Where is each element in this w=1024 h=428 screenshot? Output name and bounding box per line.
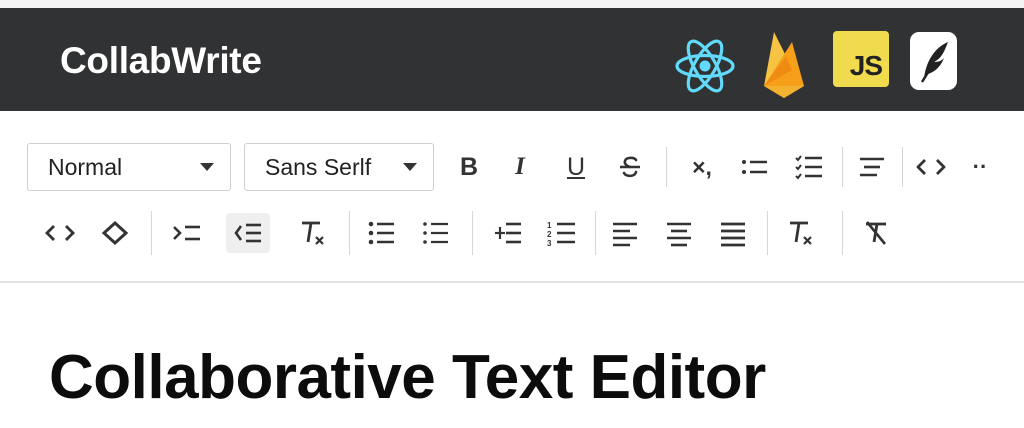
italic-button[interactable]: I (498, 147, 542, 187)
numbered-list-icon: 1 2 3 (547, 221, 575, 247)
bullet-list-icon (368, 221, 394, 245)
list-button[interactable] (733, 147, 777, 187)
toolbar-separator (902, 147, 903, 187)
ordered-list-add-icon (495, 222, 521, 244)
numbered-list-button[interactable]: 1 2 3 (540, 213, 584, 253)
chevron-down-icon (200, 163, 214, 171)
svg-text:3: 3 (547, 239, 552, 247)
indent-button[interactable] (226, 213, 270, 253)
outdent-icon (173, 225, 200, 241)
align-justify-button[interactable] (711, 213, 755, 253)
code-button[interactable] (909, 147, 953, 187)
clear-format-button[interactable] (778, 213, 822, 253)
align-icon (860, 157, 884, 177)
toolbar-separator (666, 147, 667, 187)
svg-text:2: 2 (547, 230, 552, 239)
indent-icon (234, 223, 261, 243)
color-button[interactable] (93, 213, 137, 253)
code-icon (916, 159, 946, 175)
align-left-button[interactable] (603, 213, 647, 253)
italic-icon: I (515, 153, 525, 180)
remove-format-icon (865, 221, 887, 245)
quill-icon (910, 32, 957, 90)
align-center-icon (667, 222, 691, 247)
toolbar-separator (842, 147, 843, 187)
clean-button[interactable] (290, 213, 334, 253)
toolbar-separator (151, 211, 152, 255)
toolbar-separator (349, 211, 350, 255)
list-icon (742, 160, 767, 174)
code-block-button[interactable] (38, 213, 82, 253)
code-block-icon (45, 225, 75, 241)
toolbar-separator (472, 211, 473, 255)
ordered-list-add-button[interactable] (486, 213, 530, 253)
app-brand[interactable]: CollabWrite (60, 40, 262, 82)
align-justify-icon (721, 222, 745, 247)
top-strip (0, 0, 1024, 8)
font-select-value: Sans Serlf (265, 153, 372, 180)
format-select-value: Normal (48, 153, 123, 180)
svg-text:1: 1 (547, 221, 552, 230)
toolbar-separator (595, 211, 596, 255)
checklist-icon (795, 155, 822, 180)
bullet-list-button[interactable] (360, 213, 404, 253)
font-select[interactable]: Sans Serlf (244, 143, 434, 191)
align-button[interactable] (850, 147, 894, 187)
more-icon: ·· (972, 154, 988, 179)
strike-button[interactable] (608, 147, 652, 187)
chevron-down-icon (403, 163, 417, 171)
toolbar-separator (767, 211, 768, 255)
clear-format-icon (790, 221, 812, 245)
outdent-button[interactable] (165, 213, 209, 253)
navbar: CollabWrite JS (0, 8, 1024, 111)
dash-list-icon (423, 222, 448, 244)
subscript-button[interactable]: ×, (680, 147, 724, 187)
align-center-button[interactable] (657, 213, 701, 253)
react-icon (673, 36, 737, 101)
checklist-button[interactable] (787, 147, 831, 187)
editor-toolbar: Normal Sans Serlf B I U ×, ·· 1 2 3 (0, 111, 1024, 283)
javascript-icon-label: JS (849, 50, 883, 81)
bold-button[interactable]: B (447, 147, 491, 187)
javascript-icon: JS (833, 31, 889, 87)
strikethrough-icon (620, 156, 640, 178)
diamond-icon (101, 220, 129, 246)
clear-formatting-icon (302, 221, 324, 245)
remove-format-button[interactable] (854, 213, 898, 253)
underline-button[interactable]: U (554, 147, 598, 187)
align-left-icon (613, 222, 637, 247)
firebase-icon (758, 26, 810, 107)
dash-list-button[interactable] (414, 213, 458, 253)
toolbar-separator (842, 211, 843, 255)
underline-icon: U (566, 152, 586, 181)
editor-content[interactable]: Collaborative Text Editor (0, 283, 1024, 428)
format-select[interactable]: Normal (27, 143, 231, 191)
bold-icon: B (459, 152, 479, 181)
more-button[interactable]: ·· (958, 147, 1002, 187)
document-title[interactable]: Collaborative Text Editor (49, 347, 766, 409)
subscript-icon: ×, (692, 153, 712, 180)
